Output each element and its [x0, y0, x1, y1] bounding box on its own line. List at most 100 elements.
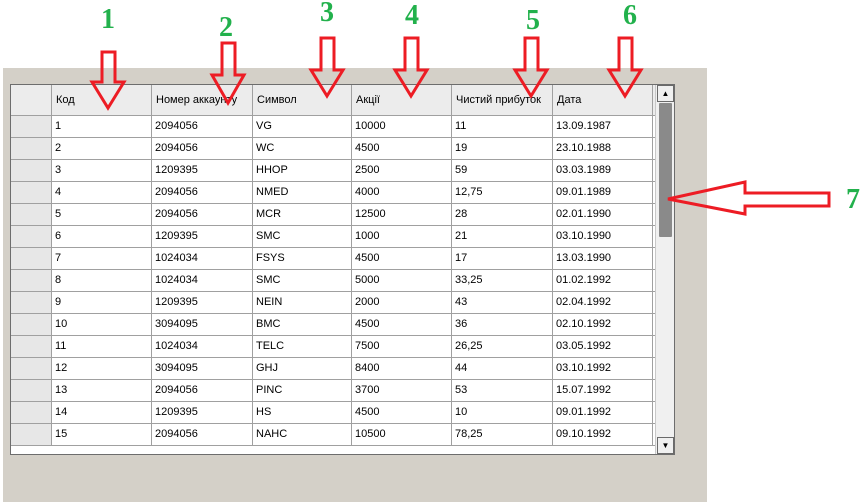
column-header-5[interactable]: Чистий прибуток — [452, 85, 553, 115]
table-cell[interactable]: 2500 — [352, 160, 452, 181]
table-cell[interactable]: 7 — [52, 248, 152, 269]
table-cell[interactable]: 8 — [52, 270, 152, 291]
table-cell[interactable]: 4500 — [352, 138, 452, 159]
table-cell[interactable]: 09.01.1989 — [553, 182, 653, 203]
row-header[interactable] — [11, 314, 52, 335]
table-cell[interactable]: 2094056 — [152, 380, 253, 401]
table-cell[interactable]: 15.07.1992 — [553, 380, 653, 401]
table-cell[interactable]: BMC — [253, 314, 352, 335]
table-cell[interactable]: 1209395 — [152, 402, 253, 423]
table-cell[interactable]: 4500 — [352, 402, 452, 423]
table-cell[interactable]: 33,25 — [452, 270, 553, 291]
row-header[interactable] — [11, 336, 52, 357]
row-header[interactable] — [11, 380, 52, 401]
table-row[interactable]: 5 2094056 MCR 12500 28 02.01.1990 — [11, 204, 655, 226]
table-cell[interactable]: 9 — [52, 292, 152, 313]
table-row[interactable]: 13 2094056 PINC 3700 53 15.07.1992 — [11, 380, 655, 402]
table-cell[interactable]: 12,75 — [452, 182, 553, 203]
table-cell[interactable]: 1024034 — [152, 270, 253, 291]
table-cell[interactable]: 1209395 — [152, 292, 253, 313]
table-cell[interactable]: 3700 — [352, 380, 452, 401]
table-cell[interactable]: 10000 — [352, 116, 452, 137]
table-cell[interactable]: 1209395 — [152, 226, 253, 247]
table-cell[interactable]: NAHC — [253, 424, 352, 445]
table-cell[interactable]: HHOP — [253, 160, 352, 181]
row-header[interactable] — [11, 116, 52, 137]
table-cell[interactable]: 14 — [52, 402, 152, 423]
row-header[interactable] — [11, 182, 52, 203]
table-cell[interactable]: 10 — [452, 402, 553, 423]
table-cell[interactable]: SMC — [253, 226, 352, 247]
table-cell[interactable]: 4500 — [352, 248, 452, 269]
table-row[interactable]: 9 1209395 NEIN 2000 43 02.04.1992 — [11, 292, 655, 314]
column-header-1[interactable]: Код — [52, 85, 152, 115]
table-cell[interactable]: 13.09.1987 — [553, 116, 653, 137]
table-cell[interactable]: 2094056 — [152, 204, 253, 225]
table-cell[interactable]: WC — [253, 138, 352, 159]
table-cell[interactable]: 03.03.1989 — [553, 160, 653, 181]
table-cell[interactable]: 09.01.1992 — [553, 402, 653, 423]
table-cell[interactable]: 17 — [452, 248, 553, 269]
table-cell[interactable]: 23.10.1988 — [553, 138, 653, 159]
table-cell[interactable]: HS — [253, 402, 352, 423]
column-header-2[interactable]: Номер аккаунту — [152, 85, 253, 115]
scroll-up-button[interactable]: ▲ — [657, 85, 674, 102]
table-cell[interactable]: 2094056 — [152, 424, 253, 445]
column-header-4[interactable]: Акції — [352, 85, 452, 115]
row-header[interactable] — [11, 358, 52, 379]
table-row[interactable]: 11 1024034 TELC 7500 26,25 03.05.1992 — [11, 336, 655, 358]
table-cell[interactable]: 2094056 — [152, 116, 253, 137]
table-row[interactable]: 1 2094056 VG 10000 11 13.09.1987 — [11, 116, 655, 138]
table-cell[interactable]: 36 — [452, 314, 553, 335]
table-cell[interactable]: 4 — [52, 182, 152, 203]
table-cell[interactable]: 5 — [52, 204, 152, 225]
table-row[interactable]: 12 3094095 GHJ 8400 44 03.10.1992 — [11, 358, 655, 380]
table-cell[interactable]: 12 — [52, 358, 152, 379]
row-header[interactable] — [11, 424, 52, 445]
table-cell[interactable]: 43 — [452, 292, 553, 313]
table-cell[interactable]: 6 — [52, 226, 152, 247]
row-header[interactable] — [11, 138, 52, 159]
table-cell[interactable]: 12500 — [352, 204, 452, 225]
table-cell[interactable]: 4500 — [352, 314, 452, 335]
table-cell[interactable]: PINC — [253, 380, 352, 401]
table-cell[interactable]: 5000 — [352, 270, 452, 291]
column-header-6[interactable]: Дата — [553, 85, 653, 115]
table-cell[interactable]: 02.10.1992 — [553, 314, 653, 335]
table-cell[interactable]: 7500 — [352, 336, 452, 357]
table-cell[interactable]: 28 — [452, 204, 553, 225]
row-header[interactable] — [11, 226, 52, 247]
row-header[interactable] — [11, 402, 52, 423]
table-cell[interactable]: 2000 — [352, 292, 452, 313]
table-cell[interactable]: 03.10.1990 — [553, 226, 653, 247]
table-cell[interactable]: 3094095 — [152, 314, 253, 335]
vertical-scrollbar[interactable]: ▲ ▼ — [655, 85, 674, 454]
table-cell[interactable]: SMC — [253, 270, 352, 291]
table-cell[interactable]: 3094095 — [152, 358, 253, 379]
table-cell[interactable]: NEIN — [253, 292, 352, 313]
table-row[interactable]: 7 1024034 FSYS 4500 17 13.03.1990 — [11, 248, 655, 270]
table-cell[interactable]: 26,25 — [452, 336, 553, 357]
table-cell[interactable]: 11 — [452, 116, 553, 137]
table-cell[interactable]: 1024034 — [152, 248, 253, 269]
table-row[interactable]: 2 2094056 WC 4500 19 23.10.1988 — [11, 138, 655, 160]
table-cell[interactable]: 21 — [452, 226, 553, 247]
table-cell[interactable]: FSYS — [253, 248, 352, 269]
table-cell[interactable]: 09.10.1992 — [553, 424, 653, 445]
table-cell[interactable]: 3 — [52, 160, 152, 181]
table-cell[interactable]: 1 — [52, 116, 152, 137]
table-cell[interactable]: 8400 — [352, 358, 452, 379]
table-cell[interactable]: 15 — [52, 424, 152, 445]
table-cell[interactable]: 2 — [52, 138, 152, 159]
table-cell[interactable]: 01.02.1992 — [553, 270, 653, 291]
table-cell[interactable]: 19 — [452, 138, 553, 159]
table-row[interactable]: 15 2094056 NAHC 10500 78,25 09.10.1992 — [11, 424, 655, 446]
table-cell[interactable]: 02.01.1990 — [553, 204, 653, 225]
table-cell[interactable]: 11 — [52, 336, 152, 357]
table-cell[interactable]: 03.10.1992 — [553, 358, 653, 379]
table-row[interactable]: 10 3094095 BMC 4500 36 02.10.1992 — [11, 314, 655, 336]
table-cell[interactable]: 4000 — [352, 182, 452, 203]
table-cell[interactable]: 10 — [52, 314, 152, 335]
table-cell[interactable]: 1024034 — [152, 336, 253, 357]
row-header[interactable] — [11, 204, 52, 225]
